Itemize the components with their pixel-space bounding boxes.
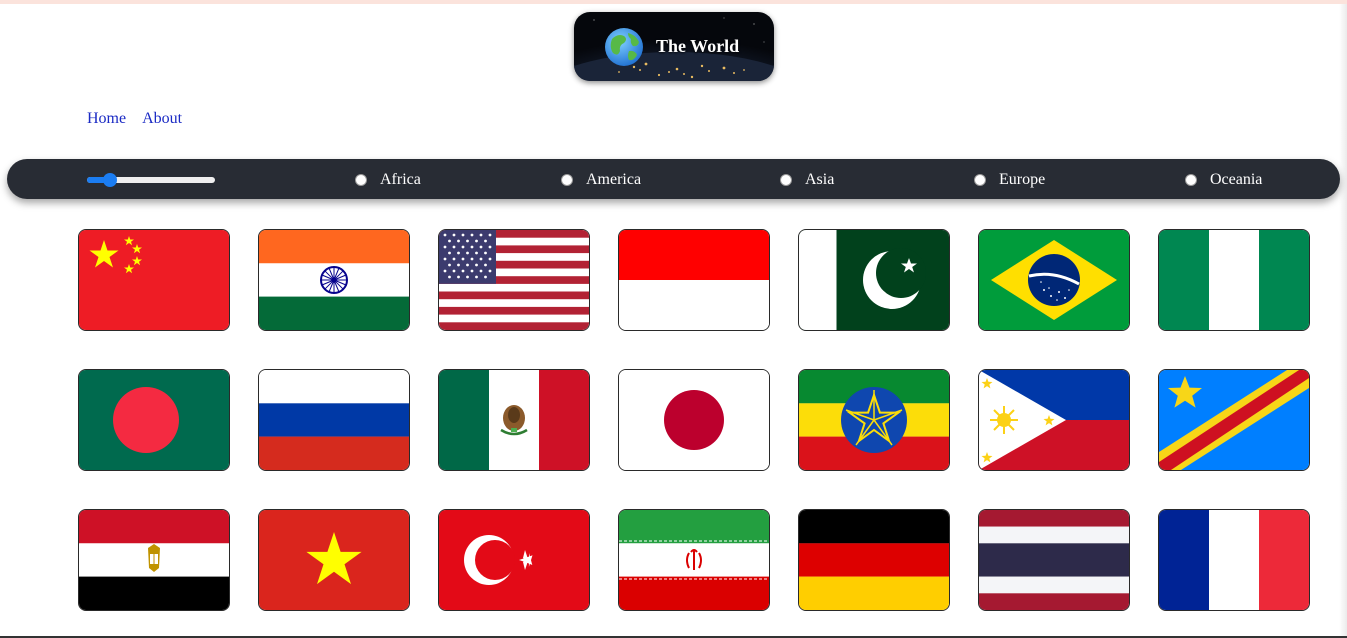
flag-iran[interactable] <box>618 509 770 611</box>
slider-thumb[interactable] <box>103 173 117 187</box>
region-option-europe[interactable]: Europe <box>974 171 1045 189</box>
flag-turkey[interactable] <box>438 509 590 611</box>
radio-button[interactable] <box>974 174 986 186</box>
size-slider[interactable] <box>87 173 215 187</box>
iran-flag-icon <box>619 510 769 610</box>
site-logo[interactable]: The World <box>574 12 774 81</box>
flag-thailand[interactable] <box>978 509 1130 611</box>
mexico-flag-icon <box>439 370 589 470</box>
nigeria-flag-icon <box>1159 230 1309 330</box>
region-label: Oceania <box>1210 171 1263 188</box>
radio-button[interactable] <box>561 174 573 186</box>
bangladesh-flag-icon <box>79 370 229 470</box>
flag-india[interactable] <box>258 229 410 331</box>
pakistan-flag-icon <box>799 230 949 330</box>
ethiopia-flag-icon <box>799 370 949 470</box>
thailand-flag-icon <box>979 510 1129 610</box>
flag-vietnam[interactable] <box>258 509 410 611</box>
region-option-africa[interactable]: Africa <box>355 171 421 189</box>
india-flag-icon <box>259 230 409 330</box>
region-label: Asia <box>805 171 835 188</box>
germany-flag-icon <box>799 510 949 610</box>
radio-button[interactable] <box>1185 174 1197 186</box>
dr-congo-flag-icon <box>1159 370 1309 470</box>
nav-about-link[interactable]: About <box>142 110 182 127</box>
egypt-flag-icon <box>79 510 229 610</box>
china-flag-icon <box>79 230 229 330</box>
nav-home-link[interactable]: Home <box>87 110 126 127</box>
globe-icon <box>605 28 643 66</box>
japan-flag-icon <box>619 370 769 470</box>
region-option-asia[interactable]: Asia <box>780 171 834 189</box>
flag-egypt[interactable] <box>78 509 230 611</box>
flag-japan[interactable] <box>618 369 770 471</box>
flag-indonesia[interactable] <box>618 229 770 331</box>
flag-ethiopia[interactable] <box>798 369 950 471</box>
flag-china[interactable] <box>78 229 230 331</box>
flag-united-states[interactable] <box>438 229 590 331</box>
region-label: Africa <box>380 171 421 188</box>
site-title: The World <box>656 36 740 56</box>
flag-dr-congo[interactable] <box>1158 369 1310 471</box>
flag-mexico[interactable] <box>438 369 590 471</box>
flag-bangladesh[interactable] <box>78 369 230 471</box>
top-border <box>0 0 1347 4</box>
region-option-oceania[interactable]: Oceania <box>1185 171 1262 189</box>
radio-button[interactable] <box>355 174 367 186</box>
scroll-shadow <box>1339 4 1347 638</box>
region-option-america[interactable]: America <box>561 171 641 189</box>
russia-flag-icon <box>259 370 409 470</box>
flag-philippines[interactable] <box>978 369 1130 471</box>
main-nav: Home About <box>87 110 198 128</box>
flag-nigeria[interactable] <box>1158 229 1310 331</box>
france-flag-icon <box>1159 510 1309 610</box>
flag-russia[interactable] <box>258 369 410 471</box>
radio-button[interactable] <box>780 174 792 186</box>
region-label: America <box>586 171 642 188</box>
flag-pakistan[interactable] <box>798 229 950 331</box>
flag-germany[interactable] <box>798 509 950 611</box>
usa-flag-icon <box>439 230 589 330</box>
brazil-flag-icon <box>979 230 1129 330</box>
region-label: Europe <box>999 171 1046 188</box>
turkey-flag-icon <box>439 510 589 610</box>
indonesia-flag-icon <box>619 230 769 330</box>
philippines-flag-icon <box>979 370 1129 470</box>
flag-france[interactable] <box>1158 509 1310 611</box>
flag-brazil[interactable] <box>978 229 1130 331</box>
vietnam-flag-icon <box>259 510 409 610</box>
